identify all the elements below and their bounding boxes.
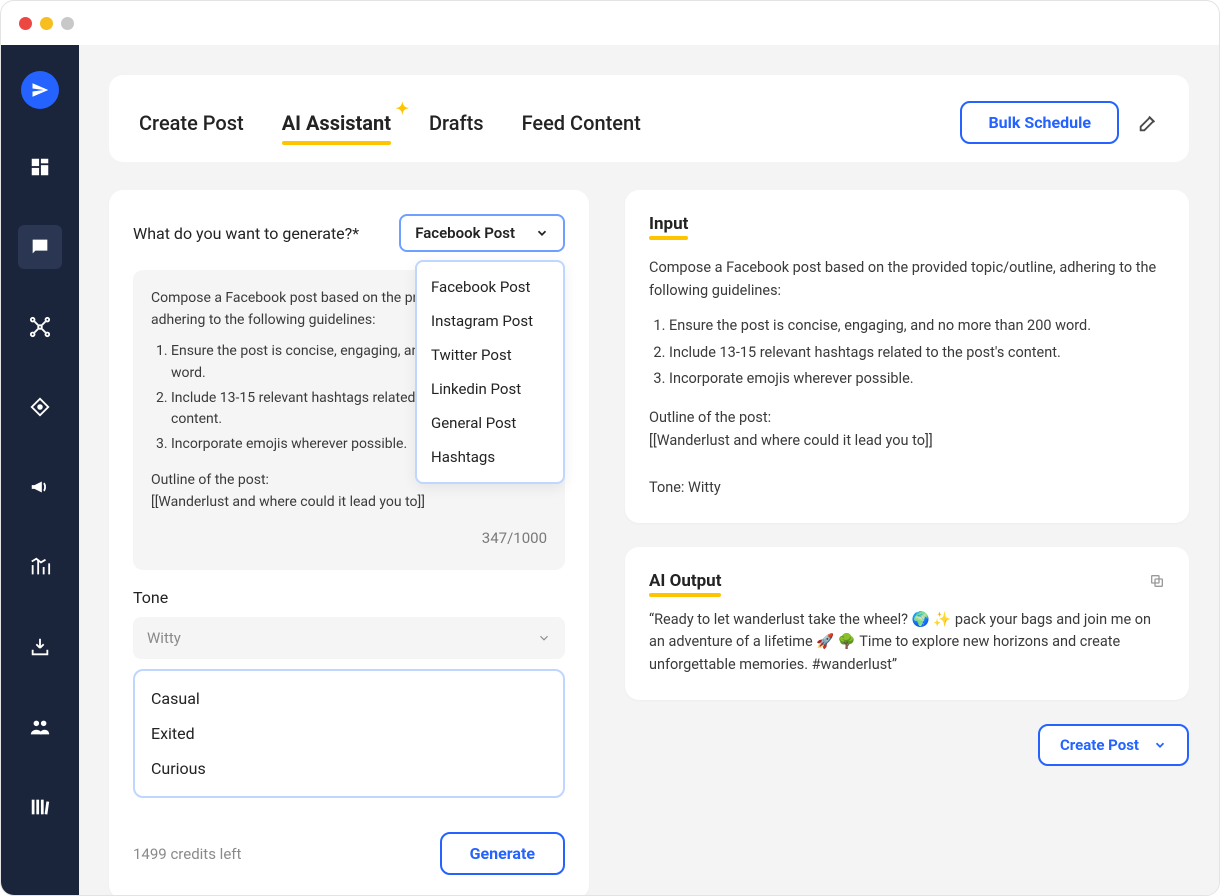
tone-selected-value: Witty [147,629,181,647]
tab-feed-content[interactable]: Feed Content [522,111,641,135]
megaphone-icon [29,476,51,498]
type-option[interactable]: Hashtags [417,440,563,474]
type-option[interactable]: Twitter Post [417,338,563,372]
app-window: Create Post AI Assistant ✦ Drafts Feed C… [0,0,1220,896]
sidebar-item-dashboard[interactable] [18,145,62,189]
inbox-download-icon [29,636,51,658]
type-option[interactable]: Facebook Post [417,270,563,304]
tone-option[interactable]: Exited [137,716,561,751]
tone-dropdown: Casual Exited Curious [133,669,565,798]
tone-option[interactable]: Casual [137,681,561,716]
titlebar [1,1,1219,45]
input-guideline-item: Ensure the post is concise, engaging, an… [669,314,1165,337]
tab-ai-assistant[interactable]: AI Assistant ✦ [282,111,391,135]
top-card: Create Post AI Assistant ✦ Drafts Feed C… [109,75,1189,162]
diamond-icon [29,396,51,418]
ai-output-text: “Ready to let wanderlust take the wheel?… [649,609,1165,676]
library-icon [29,796,51,818]
input-outline-label: Outline of the post: [649,406,1165,429]
sidebar-item-download[interactable] [18,625,62,669]
paper-plane-icon [31,81,49,99]
ai-output-card: AI Output “Ready to let wanderlust take … [625,547,1189,700]
sidebar [1,45,79,895]
sidebar-item-library[interactable] [18,785,62,829]
credits-left: 1499 credits left [133,845,241,863]
tone-option[interactable]: Curious [137,751,561,786]
chart-icon [29,556,51,578]
tone-label: Tone [133,588,565,607]
type-option[interactable]: Linkedin Post [417,372,563,406]
tabs: Create Post AI Assistant ✦ Drafts Feed C… [139,111,641,135]
chevron-down-icon [537,631,551,645]
top-actions: Bulk Schedule [960,101,1159,144]
people-icon [29,716,51,738]
window-max-dot[interactable] [61,17,74,30]
post-type-select[interactable]: Facebook Post [399,214,565,252]
sidebar-item-promote[interactable] [18,465,62,509]
sidebar-item-network[interactable] [18,305,62,349]
type-option[interactable]: Instagram Post [417,304,563,338]
ai-output-title: AI Output [649,571,721,591]
input-tone: Tone: Witty [649,476,1165,499]
outline-value: [[Wanderlust and where could it lead you… [151,492,547,514]
sparkle-icon: ✦ [396,99,409,118]
tab-drafts[interactable]: Drafts [429,111,484,135]
input-card: Input Compose a Facebook post based on t… [625,190,1189,523]
bulk-schedule-button[interactable]: Bulk Schedule [960,101,1119,144]
chat-icon [29,236,51,258]
input-title: Input [649,214,688,234]
sidebar-item-team[interactable] [18,705,62,749]
generate-question-label: What do you want to generate?* [133,224,359,243]
post-type-selected: Facebook Post [415,224,515,242]
type-option[interactable]: General Post [417,406,563,440]
copy-icon[interactable] [1149,573,1165,589]
input-outline-value: [[Wanderlust and where could it lead you… [649,429,1165,452]
create-post-label: Create Post [1060,736,1139,754]
right-column: Input Compose a Facebook post based on t… [625,190,1189,766]
window-min-dot[interactable] [40,17,53,30]
network-icon [29,316,51,338]
input-guideline-item: Incorporate emojis wherever possible. [669,367,1165,390]
chevron-down-icon [1153,738,1167,752]
char-counter: 347/1000 [151,527,547,550]
app-logo[interactable] [21,71,59,109]
action-row: Create Post [625,724,1189,766]
input-guideline-item: Include 13-15 relevant hashtags related … [669,341,1165,364]
main-area: Create Post AI Assistant ✦ Drafts Feed C… [79,45,1219,895]
generate-button[interactable]: Generate [440,832,565,875]
post-type-dropdown: Facebook Post Instagram Post Twitter Pos… [415,260,565,484]
tab-create-post[interactable]: Create Post [139,111,244,135]
tab-ai-assistant-label: AI Assistant [282,111,391,135]
input-lead: Compose a Facebook post based on the pro… [649,256,1165,302]
grid-icon [29,156,51,178]
tone-select[interactable]: Witty [133,617,565,659]
sidebar-item-chat[interactable] [18,225,62,269]
chevron-down-icon [535,226,549,240]
sidebar-item-analytics[interactable] [18,545,62,589]
window-close-dot[interactable] [19,17,32,30]
create-post-button[interactable]: Create Post [1038,724,1189,766]
edit-icon[interactable] [1137,112,1159,134]
generator-card: What do you want to generate?* Facebook … [109,190,589,895]
sidebar-item-target[interactable] [18,385,62,429]
columns: What do you want to generate?* Facebook … [109,190,1189,895]
